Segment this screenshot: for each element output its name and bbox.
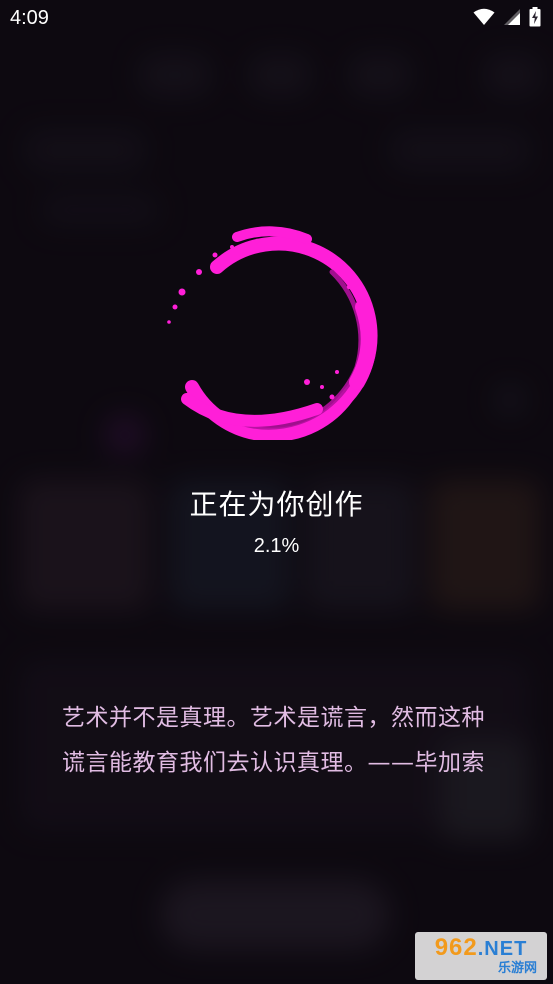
screen: 4:09 正在为你创作 2.1% 艺术并不是真理。艺术是谎言，然而这种谎言能教育…	[0, 0, 553, 984]
battery-charging-icon	[529, 7, 541, 31]
quote-text: 艺术并不是真理。艺术是谎言，然而这种谎言能教育我们去认识真理。——毕加索	[62, 705, 485, 776]
swirl-loading-ring-icon	[165, 215, 390, 442]
loading-title: 正在为你创作	[189, 488, 364, 521]
wifi-icon	[473, 8, 495, 30]
watermark-number-text: 962	[434, 934, 478, 961]
watermark-logo: 962.NET 乐游网	[415, 932, 547, 980]
status-icons	[473, 7, 541, 31]
loading-progress: 2.1%	[253, 535, 300, 557]
watermark-number: 962.NET	[435, 936, 528, 961]
watermark-domain: .NET	[477, 938, 528, 960]
cell-signal-icon	[503, 8, 521, 30]
watermark-subtitle: 乐游网	[497, 961, 537, 976]
status-bar: 4:09	[0, 0, 553, 38]
status-time: 4:09	[10, 7, 49, 29]
